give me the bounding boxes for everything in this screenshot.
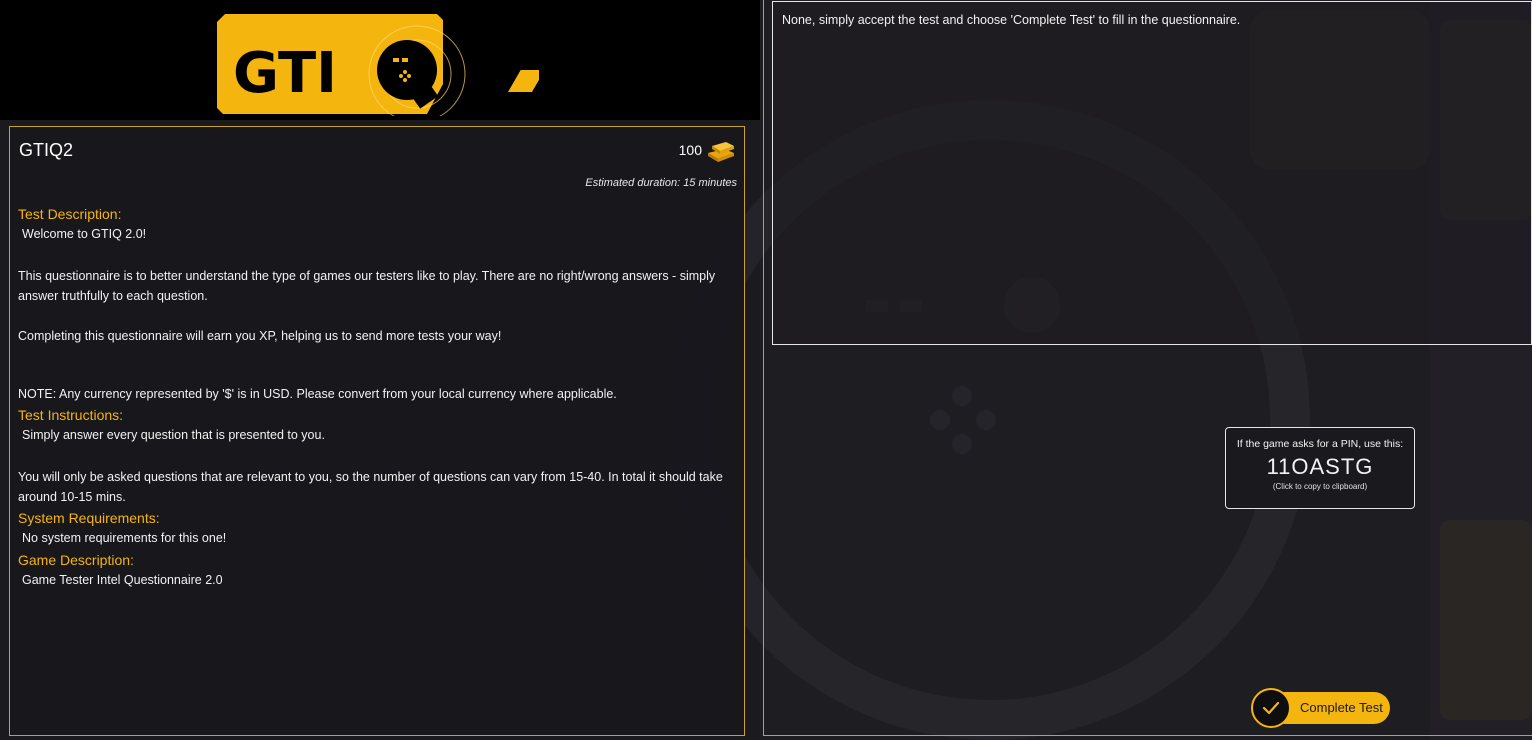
system-requirements-heading: System Requirements: [18,510,160,526]
test-description-heading: Test Description: [18,206,122,222]
test-description-xp-note: Completing this questionnaire will earn … [18,329,502,343]
xp-reward: 100 [679,137,736,163]
estimated-duration: Estimated duration: 15 minutes [585,177,737,189]
pin-copy-box[interactable]: If the game asks for a PIN, use this: 11… [1225,427,1415,509]
game-description-text: Game Tester Intel Questionnaire 2.0 [22,573,223,587]
gold-bars-icon [708,142,734,162]
pin-label: If the game asks for a PIN, use this: [1236,438,1404,450]
test-description-paragraph: This questionnaire is to better understa… [18,269,716,303]
test-instructions-paragraph: You will only be asked questions that ar… [18,470,723,504]
test-notes-box: None, simply accept the test and choose … [772,1,1532,345]
xp-value: 100 [678,142,702,158]
svg-text:GTI: GTI [233,41,337,106]
test-description-currency-note: NOTE: Any currency represented by '$' is… [18,387,617,401]
test-instructions-line: Simply answer every question that is pre… [22,428,325,442]
gtiq-logo: GTI [217,14,539,116]
test-content: Test Description: Welcome to GTIQ 2.0! T… [18,203,734,592]
app-root: GTI GTIQ2 100 Estimated duration: 15 min… [0,0,1532,740]
test-title: GTIQ2 [19,140,74,160]
test-details-panel: GTIQ2 100 Estimated duration: 15 minutes… [9,126,745,736]
pin-copy-hint: (Click to copy to clipboard) [1272,482,1368,491]
test-description-intro: Welcome to GTIQ 2.0! [22,227,147,241]
test-notes-text: None, simply accept the test and choose … [782,13,1241,27]
complete-test-label: Complete Test [1300,700,1383,715]
pin-code[interactable]: 11OASTG [1226,454,1414,480]
test-instructions-heading: Test Instructions: [18,407,124,423]
system-requirements-text: No system requirements for this one! [22,531,227,545]
complete-test-button[interactable]: Complete Test [1251,688,1390,728]
checkmark-icon [1251,688,1291,728]
game-description-heading: Game Description: [18,552,134,568]
